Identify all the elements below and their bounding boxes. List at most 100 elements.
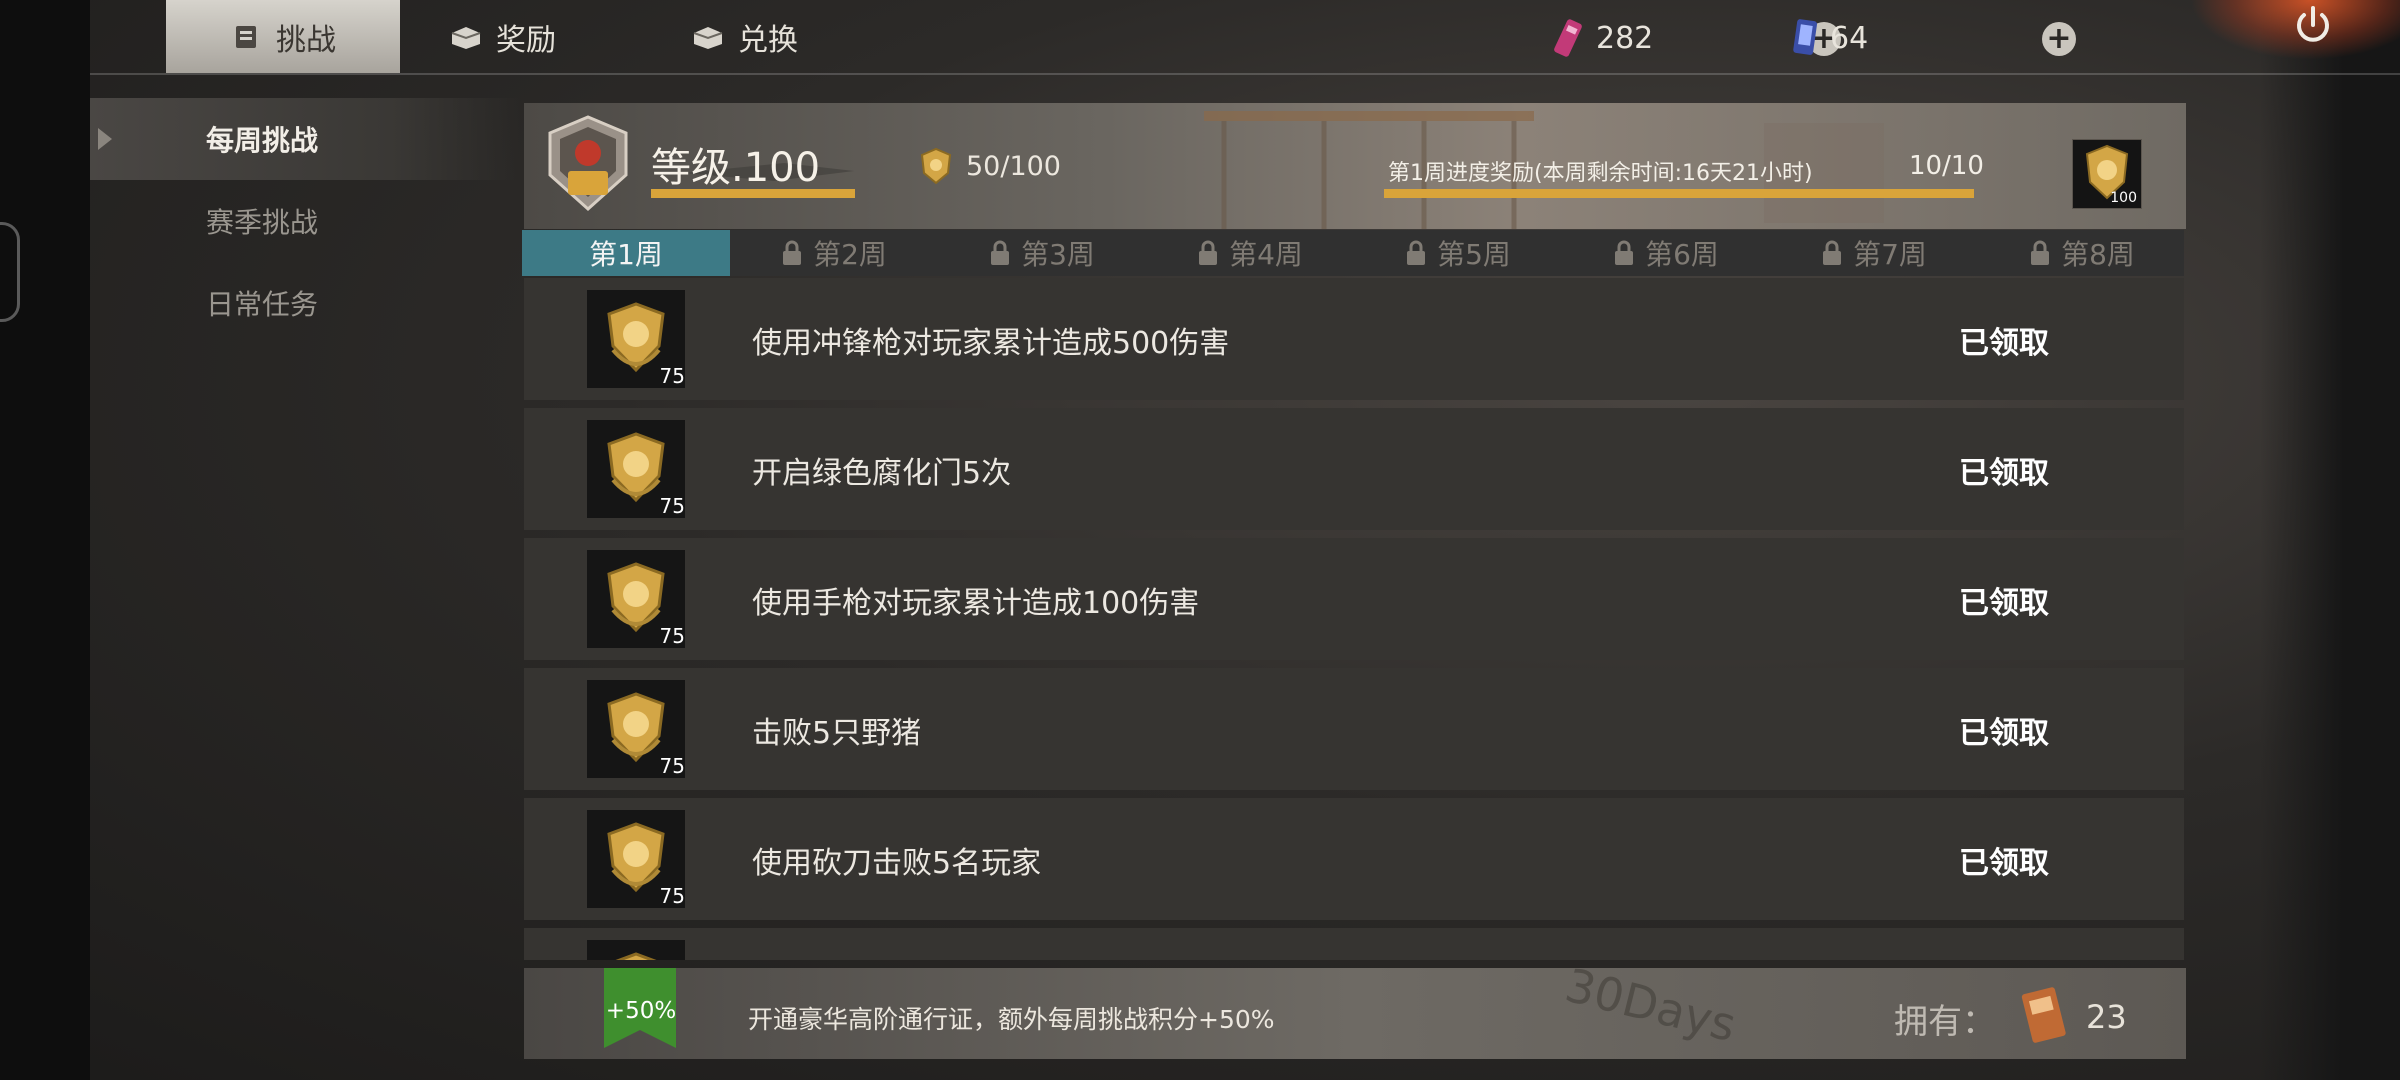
challenge-header: 等级.100 50/100 第1周进度奖励(本周剩余时间:16天21小时) 10…: [524, 103, 2186, 229]
week-tab-label: 第3周: [1021, 238, 1095, 271]
tab-week-2[interactable]: 第2周: [730, 230, 938, 276]
week-progress-fill: [1384, 189, 1974, 198]
task-status: 已领取: [1959, 846, 2049, 881]
task-reward-icon: 75: [587, 290, 685, 388]
side-handle[interactable]: [0, 222, 20, 322]
ticket-count: 282: [1596, 20, 1654, 56]
task-reward-icon: [587, 940, 685, 960]
medal-icon: [615, 952, 657, 960]
task-row[interactable]: 75 击败5只野猪 已领取: [524, 668, 2184, 790]
chest-icon: [693, 26, 723, 49]
own-label: 拥有：: [1894, 1002, 1996, 1042]
sidebar-item-weekly[interactable]: 每周挑战: [90, 98, 520, 180]
ticket-currency: 282: [1552, 18, 1653, 58]
week-tab-label: 第8周: [2061, 238, 2135, 271]
tab-reward-label: 奖励: [496, 22, 556, 58]
task-reward-icon: 75: [587, 810, 685, 908]
tab-week-8[interactable]: 第8周: [1978, 230, 2186, 276]
task-status: 已领取: [1959, 586, 2049, 621]
task-description: 使用冲锋枪对玩家累计造成500伤害: [752, 326, 1230, 361]
week-tabs: 第1周 第2周 第3周 第4周 第5周 第6周 第7周 第8周: [522, 230, 2184, 276]
footer-stamp: 30Days: [1560, 968, 1742, 1053]
lock-icon: [1199, 240, 1218, 265]
week-tab-label: 第6周: [1645, 238, 1719, 271]
challenge-icon: [236, 25, 256, 48]
ticket-icon: [1554, 19, 1582, 57]
tab-exchange-label: 兑换: [738, 22, 798, 58]
task-status: 已领取: [1959, 716, 2049, 751]
card-icon: [1793, 19, 1818, 55]
lock-icon: [2031, 240, 2050, 265]
task-description: 开启绿色腐化门5次: [752, 456, 1012, 491]
task-points: 75: [659, 624, 685, 648]
lock-icon: [1407, 240, 1426, 265]
power-icon[interactable]: [2292, 4, 2334, 46]
game-screen: 挑战 奖励 兑换 282 + 64 + 每周挑战 赛季挑战 日常任务 等级.10…: [0, 0, 2400, 1080]
week-tab-label: 第5周: [1437, 238, 1511, 271]
tab-week-6[interactable]: 第6周: [1562, 230, 1770, 276]
level-progress-bar: [651, 189, 855, 198]
medal-icon: [920, 147, 952, 185]
bonus-text: +50%: [605, 998, 677, 1024]
week-tab-label: 第4周: [1229, 238, 1303, 271]
sidebar-item-label: 赛季挑战: [206, 206, 319, 239]
tab-challenge[interactable]: 挑战: [166, 0, 400, 73]
tab-reward[interactable]: 奖励: [450, 0, 640, 73]
task-points: 75: [659, 364, 685, 388]
task-description: 击败5只野猪: [752, 716, 922, 751]
add-card-button[interactable]: +: [2042, 22, 2076, 56]
tab-week-1[interactable]: 第1周: [522, 230, 730, 276]
sidebar: 每周挑战 赛季挑战 日常任务: [90, 98, 520, 344]
tab-week-7[interactable]: 第7周: [1770, 230, 1978, 276]
sidebar-item-daily[interactable]: 日常任务: [90, 262, 520, 344]
own-count: 23: [2086, 998, 2127, 1036]
lock-icon: [1615, 240, 1634, 265]
task-row[interactable]: 75 开启绿色腐化门5次 已领取: [524, 408, 2184, 530]
task-reward-icon: 75: [587, 420, 685, 518]
task-list[interactable]: 75 使用冲锋枪对玩家累计造成500伤害 已领取 75 开启绿色腐化门5次 已领…: [524, 278, 2184, 960]
tab-week-5[interactable]: 第5周: [1354, 230, 1562, 276]
week-reward-item[interactable]: 100: [2072, 139, 2142, 209]
task-points: 75: [659, 754, 685, 778]
sidebar-item-season[interactable]: 赛季挑战: [90, 180, 520, 262]
premium-pass-text: 开通豪华高阶通行证，额外每周挑战积分+50%: [748, 1005, 1275, 1034]
task-points: 75: [659, 884, 685, 908]
week-reward-label: 第1周进度奖励(本周剩余时间:16天21小时): [1388, 161, 1813, 186]
points-text: 50/100: [966, 151, 1061, 182]
week-tab-label: 第1周: [589, 238, 663, 271]
task-row[interactable]: 75 使用砍刀击败5名玩家 已领取: [524, 798, 2184, 920]
tab-week-4[interactable]: 第4周: [1146, 230, 1354, 276]
tab-week-3[interactable]: 第3周: [938, 230, 1146, 276]
week-tab-label: 第2周: [813, 238, 887, 271]
premium-pass-banner[interactable]: 30Days +50% 开通豪华高阶通行证，额外每周挑战积分+50% 拥有： 2…: [524, 968, 2186, 1059]
task-reward-icon: 75: [587, 550, 685, 648]
card-currency: 64: [1790, 18, 1868, 58]
rank-badge-icon: [548, 115, 628, 212]
tab-exchange[interactable]: 兑换: [692, 0, 882, 73]
reward-value: 100: [2110, 190, 2137, 206]
sidebar-item-label: 日常任务: [206, 288, 319, 321]
task-row[interactable]: 75 使用手枪对玩家累计造成100伤害 已领取: [524, 538, 2184, 660]
task-row-partial[interactable]: [524, 928, 2184, 960]
week-progress-bar: [1384, 189, 1974, 198]
task-status: 已领取: [1959, 326, 2049, 361]
task-points: 75: [659, 494, 685, 518]
task-description: 使用手枪对玩家累计造成100伤害: [752, 586, 1200, 621]
week-reward-count: 10/10: [1909, 151, 1984, 181]
task-description: 使用砍刀击败5名玩家: [752, 846, 1042, 881]
task-status: 已领取: [1959, 456, 2049, 491]
top-bar: 挑战 奖励 兑换 282 + 64 +: [90, 0, 2400, 75]
lock-icon: [991, 240, 1010, 265]
task-row[interactable]: 75 使用冲锋枪对玩家累计造成500伤害 已领取: [524, 278, 2184, 400]
lock-icon: [1823, 240, 1842, 265]
task-reward-icon: 75: [587, 680, 685, 778]
lock-icon: [783, 240, 802, 265]
selected-arrow-icon: [98, 128, 112, 150]
sidebar-item-label: 每周挑战: [206, 124, 319, 157]
week-tab-label: 第7周: [1853, 238, 1927, 271]
tab-challenge-label: 挑战: [276, 22, 336, 58]
pass-card-icon: [2021, 987, 2066, 1043]
left-edge: [0, 0, 90, 1080]
level-text: 等级.100: [651, 145, 821, 191]
chest-icon: [451, 26, 481, 49]
